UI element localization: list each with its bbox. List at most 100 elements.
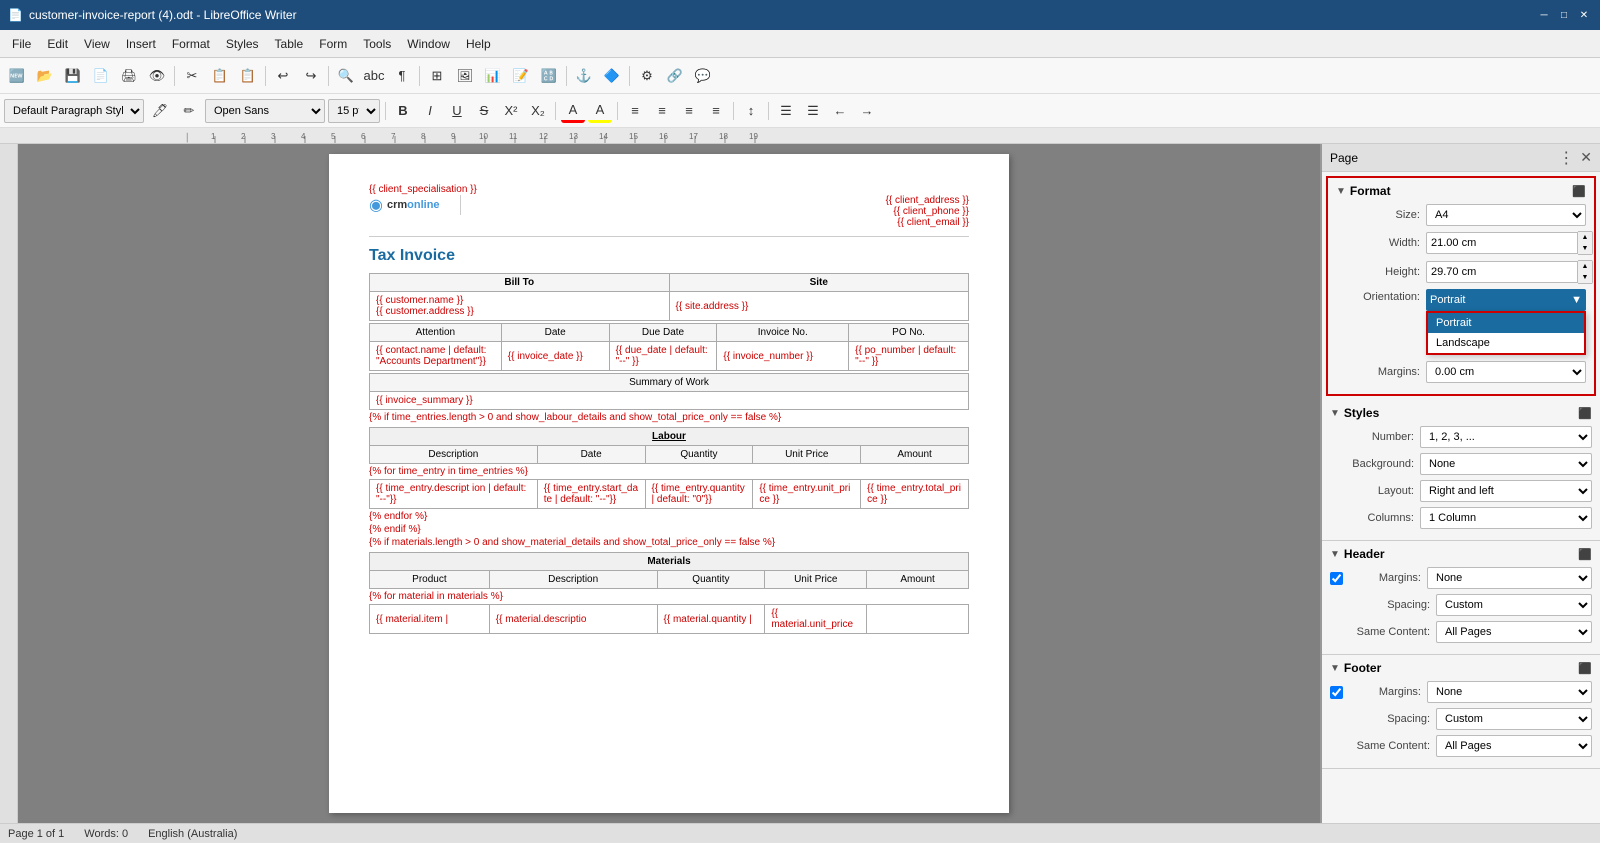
- insert-image-button[interactable]: 🖼: [452, 63, 478, 89]
- indent-less-button[interactable]: ←: [828, 99, 852, 123]
- maximize-button[interactable]: □: [1556, 7, 1572, 23]
- footer-margins-select[interactable]: None: [1427, 681, 1592, 703]
- size-select[interactable]: A4: [1426, 204, 1586, 226]
- window-controls[interactable]: ─ □ ✕: [1536, 7, 1592, 23]
- close-button[interactable]: ✕: [1576, 7, 1592, 23]
- new-button[interactable]: 🆕: [4, 63, 30, 89]
- underline-button[interactable]: U: [445, 99, 469, 123]
- highlight-button[interactable]: A: [588, 99, 612, 123]
- style-icon[interactable]: 🖊: [147, 98, 173, 124]
- minimize-button[interactable]: ─: [1536, 7, 1552, 23]
- header-expand-icon[interactable]: ⬛: [1578, 548, 1592, 561]
- panel-options-icon[interactable]: ⋮: [1558, 148, 1574, 168]
- header-same-content-select[interactable]: All Pages: [1436, 621, 1592, 643]
- superscript-button[interactable]: X²: [499, 99, 523, 123]
- menu-view[interactable]: View: [76, 35, 118, 53]
- align-right-button[interactable]: ≡: [677, 99, 701, 123]
- time-entry-unit-price-var: {{ time_entry.unit_pri ce }}: [759, 483, 850, 505]
- height-down-button[interactable]: ▼: [1578, 272, 1592, 283]
- height-input[interactable]: [1426, 261, 1578, 283]
- bold-button[interactable]: B: [391, 99, 415, 123]
- footer-checkbox[interactable]: [1330, 686, 1343, 699]
- insert-textbox-button[interactable]: 📝: [508, 63, 534, 89]
- strikethrough-button[interactable]: S: [472, 99, 496, 123]
- margins-select[interactable]: 0.00 cm: [1426, 361, 1586, 383]
- menu-insert[interactable]: Insert: [118, 35, 164, 53]
- list-number-button[interactable]: ☰: [801, 99, 825, 123]
- find-button[interactable]: 🔍: [333, 63, 359, 89]
- export-pdf-button[interactable]: 📄: [88, 63, 114, 89]
- orientation-option-landscape[interactable]: Landscape: [1428, 333, 1584, 353]
- list-bullet-button[interactable]: ☰: [774, 99, 798, 123]
- insert-anchor-button[interactable]: ⚓: [571, 63, 597, 89]
- paragraph-style-select[interactable]: Default Paragraph Style: [4, 99, 144, 123]
- menu-tools[interactable]: Tools: [355, 35, 399, 53]
- styles-collapse-button[interactable]: ▼: [1330, 408, 1340, 419]
- menu-format[interactable]: Format: [164, 35, 218, 53]
- number-label: Number:: [1330, 431, 1420, 443]
- insert-shape-button[interactable]: 🔷: [599, 63, 625, 89]
- footer-collapse-button[interactable]: ▼: [1330, 663, 1340, 674]
- subscript-button[interactable]: X₂: [526, 99, 550, 123]
- font-select[interactable]: Open Sans: [205, 99, 325, 123]
- comment-button[interactable]: 💬: [690, 63, 716, 89]
- orientation-dropdown[interactable]: Portrait ▼ Portrait Landscape: [1426, 289, 1586, 311]
- undo-button[interactable]: ↩: [270, 63, 296, 89]
- paste-button[interactable]: 📋: [235, 63, 261, 89]
- menu-form[interactable]: Form: [311, 35, 355, 53]
- footer-expand-icon[interactable]: ⬛: [1578, 662, 1592, 675]
- format-collapse-button[interactable]: ▼: [1336, 186, 1346, 197]
- menu-file[interactable]: File: [4, 35, 39, 53]
- format-icon[interactable]: ✏: [176, 98, 202, 124]
- insert-fontwork-button[interactable]: 🔠: [536, 63, 562, 89]
- header-checkbox[interactable]: [1330, 572, 1343, 585]
- footer-spacing-select[interactable]: Custom: [1436, 708, 1592, 730]
- layout-select[interactable]: Right and left: [1420, 480, 1592, 502]
- styles-expand-icon[interactable]: ⬛: [1578, 407, 1592, 420]
- insert-chart-button[interactable]: 📊: [480, 63, 506, 89]
- format-expand-icon[interactable]: ⬛: [1572, 185, 1586, 198]
- menu-help[interactable]: Help: [458, 35, 499, 53]
- header-collapse-button[interactable]: ▼: [1330, 549, 1340, 560]
- redo-button[interactable]: ↪: [298, 63, 324, 89]
- orientation-selected[interactable]: Portrait ▼: [1426, 289, 1586, 311]
- font-color-button[interactable]: A: [561, 99, 585, 123]
- hyperlink-button[interactable]: 🔗: [662, 63, 688, 89]
- width-input[interactable]: [1426, 232, 1578, 254]
- align-left-button[interactable]: ≡: [623, 99, 647, 123]
- number-select[interactable]: 1, 2, 3, ...: [1420, 426, 1592, 448]
- menu-table[interactable]: Table: [267, 35, 312, 53]
- print-button[interactable]: 🖨: [116, 63, 142, 89]
- open-button[interactable]: 📂: [32, 63, 58, 89]
- footer-same-content-select[interactable]: All Pages: [1436, 735, 1592, 757]
- document-area[interactable]: {{ client_specialisation }} ◉ crmonline …: [18, 144, 1320, 823]
- line-spacing-button[interactable]: ↕: [739, 99, 763, 123]
- menu-edit[interactable]: Edit: [39, 35, 76, 53]
- orientation-option-portrait[interactable]: Portrait: [1428, 313, 1584, 333]
- header-spacing-select[interactable]: Custom: [1436, 594, 1592, 616]
- font-size-select[interactable]: 15 pt: [328, 99, 380, 123]
- header-margins-select[interactable]: None: [1427, 567, 1592, 589]
- justify-button[interactable]: ≡: [704, 99, 728, 123]
- menu-styles[interactable]: Styles: [218, 35, 267, 53]
- invoice-date-cell: {{ invoice_date }}: [501, 342, 609, 371]
- styles-button[interactable]: ⚙: [634, 63, 660, 89]
- italic-button[interactable]: I: [418, 99, 442, 123]
- copy-button[interactable]: 📋: [207, 63, 233, 89]
- time-entry-qty-cell: {{ time_entry.quantity | default: "0"}}: [645, 480, 753, 509]
- background-select[interactable]: None: [1420, 453, 1592, 475]
- menu-window[interactable]: Window: [399, 35, 458, 53]
- panel-close-button[interactable]: ✕: [1580, 149, 1592, 166]
- width-down-button[interactable]: ▼: [1578, 243, 1592, 254]
- preview-button[interactable]: 👁: [144, 63, 170, 89]
- align-center-button[interactable]: ≡: [650, 99, 674, 123]
- cut-button[interactable]: ✂: [179, 63, 205, 89]
- nonprint-button[interactable]: ¶: [389, 63, 415, 89]
- columns-select[interactable]: 1 Column: [1420, 507, 1592, 529]
- spell-button[interactable]: abc: [361, 63, 387, 89]
- indent-more-button[interactable]: →: [855, 99, 879, 123]
- save-button[interactable]: 💾: [60, 63, 86, 89]
- height-up-button[interactable]: ▲: [1578, 261, 1592, 272]
- insert-table-button[interactable]: ⊞: [424, 63, 450, 89]
- width-up-button[interactable]: ▲: [1578, 232, 1592, 243]
